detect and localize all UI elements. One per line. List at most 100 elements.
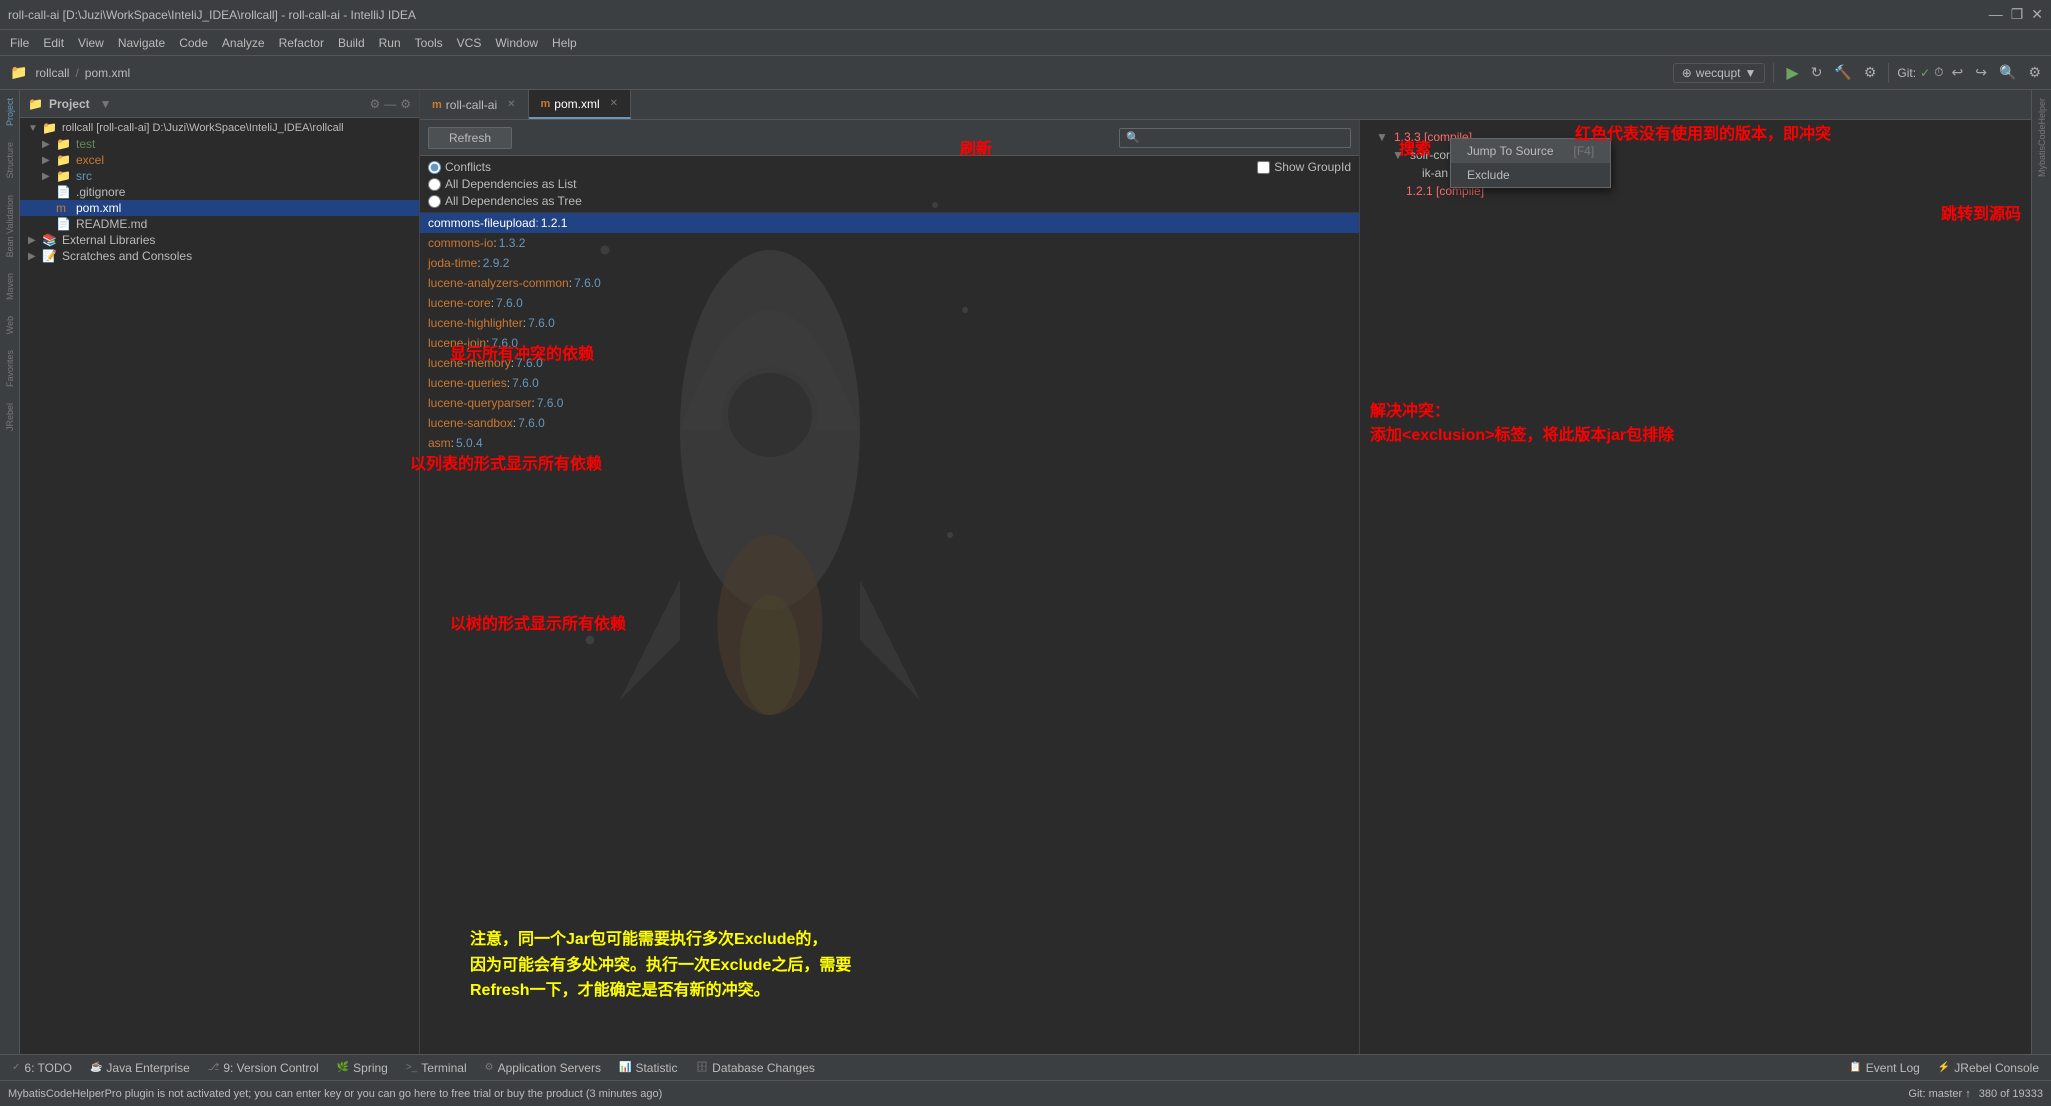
menu-analyze[interactable]: Analyze: [216, 34, 271, 52]
branch-icon: ⊕: [1682, 66, 1692, 80]
tab-close-rollcall[interactable]: ✕: [507, 99, 515, 110]
bottom-tab-version-control[interactable]: ⎇ 9: Version Control: [200, 1059, 327, 1077]
settings-btn[interactable]: ⚙: [1860, 62, 1881, 83]
menu-file[interactable]: File: [4, 34, 35, 52]
menu-navigate[interactable]: Navigate: [112, 34, 171, 52]
jrebel-side-icon[interactable]: JRebel: [3, 399, 17, 435]
bottom-tab-spring[interactable]: 🌿 Spring: [329, 1059, 396, 1077]
branch-label: wecqupt: [1696, 66, 1741, 80]
gitignore-icon: 📄: [56, 185, 72, 199]
close-btn[interactable]: ✕: [2031, 6, 2043, 23]
menu-edit[interactable]: Edit: [37, 34, 70, 52]
tree-item-pom[interactable]: m pom.xml: [20, 200, 419, 216]
sync-icon[interactable]: ⚙: [369, 97, 380, 111]
tree-item-test[interactable]: ▶ 📁 test: [20, 136, 419, 152]
dep-item[interactable]: commons-io : 1.3.2: [420, 233, 1359, 253]
dep-item-version: 7.6.0: [516, 356, 543, 370]
structure-side-icon[interactable]: Structure: [3, 138, 17, 183]
menu-run[interactable]: Run: [373, 34, 407, 52]
refresh-btn[interactable]: ↻: [1807, 62, 1827, 83]
menu-view[interactable]: View: [72, 34, 110, 52]
dep-item[interactable]: joda-time : 2.9.2: [420, 253, 1359, 273]
title-bar-controls[interactable]: — ❐ ✕: [1989, 6, 2043, 23]
dep-item[interactable]: lucene-highlighter : 7.6.0: [420, 313, 1359, 333]
left-side-panel: Project Structure Bean Validation Maven …: [0, 90, 20, 1054]
minimize-btn[interactable]: —: [1989, 6, 2003, 23]
context-menu-item-jump[interactable]: Jump To Source [F4]: [1451, 139, 1610, 163]
bean-validation-icon[interactable]: Bean Validation: [3, 191, 17, 261]
refresh-button[interactable]: Refresh: [428, 127, 512, 149]
dep-item[interactable]: lucene-core : 7.6.0: [420, 293, 1359, 313]
maximize-btn[interactable]: ❐: [2011, 6, 2024, 23]
tree-item-src[interactable]: ▶ 📁 src: [20, 168, 419, 184]
settings-toolbar-icon[interactable]: ⚙: [2024, 62, 2045, 83]
tab-roll-call-ai[interactable]: m roll-call-ai ✕: [420, 90, 529, 119]
web-side-icon[interactable]: Web: [3, 312, 17, 338]
dep-item[interactable]: lucene-join : 7.6.0: [420, 333, 1359, 353]
build-btn[interactable]: 🔨: [1830, 62, 1855, 83]
collapse-icon[interactable]: —: [384, 97, 396, 111]
bottom-tab-terminal[interactable]: >_ Terminal: [398, 1059, 475, 1077]
panel-actions: ⚙ — ⚙: [369, 97, 411, 111]
show-group-id[interactable]: Show GroupId: [1257, 160, 1351, 174]
tree-label-excel: excel: [76, 153, 104, 167]
db-changes-icon: 🗄: [695, 1062, 708, 1073]
git-redo-icon[interactable]: ↪: [1971, 62, 1991, 83]
menu-code[interactable]: Code: [173, 34, 214, 52]
conflicts-label: Conflicts: [445, 160, 491, 174]
tree-item-excel[interactable]: ▶ 📁 excel: [20, 152, 419, 168]
tree-root-item[interactable]: ▼ 📁 rollcall [roll-call-ai] D:\Juzi\Work…: [20, 120, 419, 136]
git-check-icon: ✓: [1920, 66, 1930, 80]
dep-item[interactable]: commons-fileupload : 1.2.1: [420, 213, 1359, 233]
bottom-tab-db-changes[interactable]: 🗄 Database Changes: [687, 1059, 822, 1077]
favorites-side-icon[interactable]: Favorites: [3, 346, 17, 391]
dep-item-name: joda-time: [428, 256, 477, 270]
todo-icon: ✓: [12, 1062, 20, 1073]
all-list-filter[interactable]: All Dependencies as List: [428, 177, 576, 191]
menu-tools[interactable]: Tools: [409, 34, 449, 52]
menu-refactor[interactable]: Refactor: [273, 34, 330, 52]
tab-pom-xml[interactable]: m pom.xml ✕: [529, 90, 632, 119]
dropdown-icon[interactable]: ▼: [100, 97, 112, 111]
all-list-label: All Dependencies as List: [445, 177, 576, 191]
git-undo-icon[interactable]: ↩: [1948, 62, 1968, 83]
run-btn[interactable]: ▶: [1782, 61, 1802, 85]
menu-window[interactable]: Window: [489, 34, 544, 52]
search-input[interactable]: [1144, 131, 1344, 145]
tree-item-readme[interactable]: 📄 README.md: [20, 216, 419, 232]
all-tree-filter[interactable]: All Dependencies as Tree: [428, 194, 582, 208]
bottom-tab-statistic[interactable]: 📊 Statistic: [611, 1059, 685, 1077]
maven-side-icon[interactable]: Maven: [3, 269, 17, 304]
menu-build[interactable]: Build: [332, 34, 371, 52]
tree-label-external: External Libraries: [62, 233, 155, 247]
dep-item[interactable]: lucene-memory : 7.6.0: [420, 353, 1359, 373]
bottom-tab-todo[interactable]: ✓ 6: TODO: [4, 1059, 80, 1077]
dep-item[interactable]: lucene-queries : 7.6.0: [420, 373, 1359, 393]
context-menu-item-exclude[interactable]: Exclude: [1451, 163, 1610, 187]
project-side-icon[interactable]: Project: [3, 94, 17, 130]
gear-icon[interactable]: ⚙: [400, 97, 411, 111]
conflicts-filter[interactable]: Conflicts: [428, 160, 491, 174]
mybatis-side-icon[interactable]: MybatisCodeHelper: [2035, 94, 2049, 181]
tab-close-pom[interactable]: ✕: [610, 98, 618, 109]
tree-item-external[interactable]: ▶ 📚 External Libraries: [20, 232, 419, 248]
dep-item[interactable]: lucene-analyzers-common : 7.6.0: [420, 273, 1359, 293]
bottom-tab-java-enterprise[interactable]: ☕ Java Enterprise: [82, 1059, 198, 1077]
dep-tree-area: ▼1.3.3 [compile]▼solr-corik-an1.2.1 [com…: [1360, 120, 2031, 1054]
dep-item[interactable]: lucene-sandbox : 7.6.0: [420, 413, 1359, 433]
menu-help[interactable]: Help: [546, 34, 583, 52]
dependency-panel: Refresh 🔍 Conflicts: [420, 120, 2031, 1054]
search-toolbar-icon[interactable]: 🔍: [1995, 62, 2020, 83]
branch-selector[interactable]: ⊕ wecqupt ▼: [1673, 63, 1766, 83]
bottom-tab-event-log[interactable]: 📋 Event Log: [1841, 1059, 1928, 1077]
jump-shortcut: [F4]: [1574, 144, 1595, 158]
dep-item[interactable]: lucene-queryparser : 7.6.0: [420, 393, 1359, 413]
bottom-tab-jrebel-console[interactable]: ⚡ JRebel Console: [1930, 1059, 2047, 1077]
dep-list: commons-fileupload : 1.2.1commons-io : 1…: [420, 213, 1359, 1054]
tree-item-gitignore[interactable]: 📄 .gitignore: [20, 184, 419, 200]
menu-vcs[interactable]: VCS: [451, 34, 488, 52]
bottom-tab-app-servers[interactable]: ⚙ Application Servers: [477, 1059, 609, 1077]
dep-item[interactable]: asm : 5.0.4: [420, 433, 1359, 453]
center-panel: m roll-call-ai ✕ m pom.xml ✕: [420, 90, 2031, 1054]
tree-item-scratches[interactable]: ▶ 📝 Scratches and Consoles: [20, 248, 419, 264]
